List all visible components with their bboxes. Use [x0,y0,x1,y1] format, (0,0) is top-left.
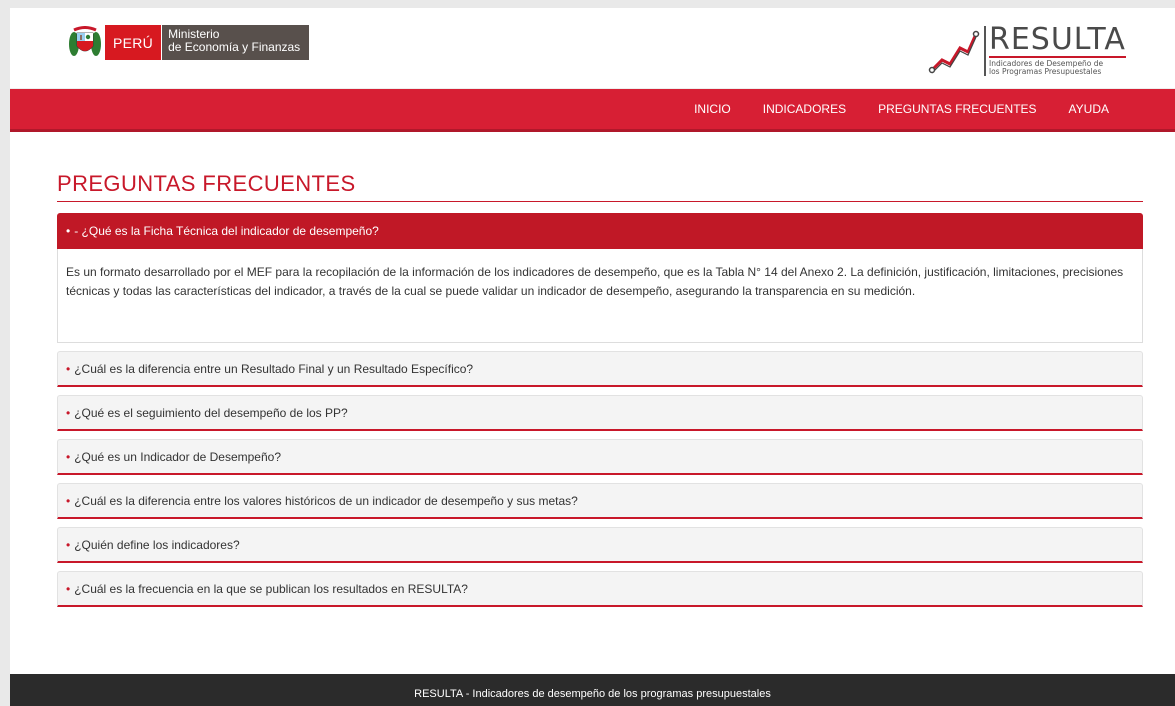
faq-question-indicador[interactable]: • ¿Qué es un Indicador de Desempeño? [57,439,1143,475]
title-divider [57,201,1143,202]
bullet-icon: • [66,493,71,508]
faq-item: • ¿Quién define los indicadores? [57,527,1143,563]
faq-question-quien-define[interactable]: • ¿Quién define los indicadores? [57,527,1143,563]
page-title: PREGUNTAS FRECUENTES [57,171,356,196]
faq-question-ficha-tecnica[interactable]: • - ¿Qué es la Ficha Técnica del indicad… [57,213,1143,249]
footer-text: RESULTA - Indicadores de desempeño de lo… [414,688,771,700]
faq-question-frecuencia[interactable]: • ¿Cuál es la frecuencia en la que se pu… [57,571,1143,607]
peru-coat-of-arms-icon [65,25,105,60]
faq-accordion: • - ¿Qué es la Ficha Técnica del indicad… [57,213,1143,615]
faq-item: • ¿Qué es un Indicador de Desempeño? [57,439,1143,475]
bullet-icon: • [66,449,71,464]
faq-item: • - ¿Qué es la Ficha Técnica del indicad… [57,213,1143,343]
faq-question-text: ¿Cuál es la frecuencia en la que se publ… [74,581,468,596]
faq-question-text: ¿Cuál es la diferencia entre los valores… [74,493,578,508]
country-label: PERÚ [105,25,162,60]
nav-inicio[interactable]: INICIO [678,102,747,116]
line-chart-icon [928,30,980,76]
faq-answer: Es un formato desarrollado por el MEF pa… [57,249,1143,343]
bullet-icon: • [66,223,71,238]
bullet-icon: • [66,361,71,376]
site-footer: RESULTA - Indicadores de desempeño de lo… [10,674,1175,706]
bullet-icon: • [66,581,71,596]
bullet-icon: • [66,405,71,420]
faq-question-text: ¿Cuál es la diferencia entre un Resultad… [74,361,474,376]
faq-item: • ¿Qué es el seguimiento del desempeño d… [57,395,1143,431]
faq-question-text: ¿Qué es el seguimiento del desempeño de … [74,405,348,420]
ministry-line2: de Economía y Finanzas [168,40,301,54]
nav-ayuda[interactable]: AYUDA [1053,102,1125,116]
resulta-logo[interactable]: RESULTA Indicadores de Desempeño de los … [928,22,1126,76]
page: PERÚ Ministerio de Economía y Finanzas R… [10,8,1175,706]
bullet-icon: • [66,537,71,552]
faq-question-seguimiento[interactable]: • ¿Qué es el seguimiento del desempeño d… [57,395,1143,431]
faq-question-text: - ¿Qué es la Ficha Técnica del indicador… [74,223,379,238]
nav-preguntas-frecuentes[interactable]: PREGUNTAS FRECUENTES [862,102,1052,116]
government-logo[interactable]: PERÚ Ministerio de Economía y Finanzas [65,25,310,60]
faq-item: • ¿Cuál es la frecuencia en la que se pu… [57,571,1143,607]
faq-question-resultado-final[interactable]: • ¿Cuál es la diferencia entre un Result… [57,351,1143,387]
faq-question-text: ¿Quién define los indicadores? [74,537,240,552]
nav-indicadores[interactable]: INDICADORES [747,102,862,116]
faq-question-valores-historicos[interactable]: • ¿Cuál es la diferencia entre los valor… [57,483,1143,519]
brand-subtitle: Indicadores de Desempeño de los Programa… [989,56,1126,76]
faq-question-text: ¿Qué es un Indicador de Desempeño? [74,449,281,464]
faq-item: • ¿Cuál es la diferencia entre un Result… [57,351,1143,387]
main-nav: INICIO INDICADORES PREGUNTAS FRECUENTES … [10,89,1175,132]
brand-title: RESULTA [989,22,1126,57]
ministry-label: Ministerio de Economía y Finanzas [161,25,310,60]
faq-item: • ¿Cuál es la diferencia entre los valor… [57,483,1143,519]
site-header: PERÚ Ministerio de Economía y Finanzas R… [10,8,1175,89]
